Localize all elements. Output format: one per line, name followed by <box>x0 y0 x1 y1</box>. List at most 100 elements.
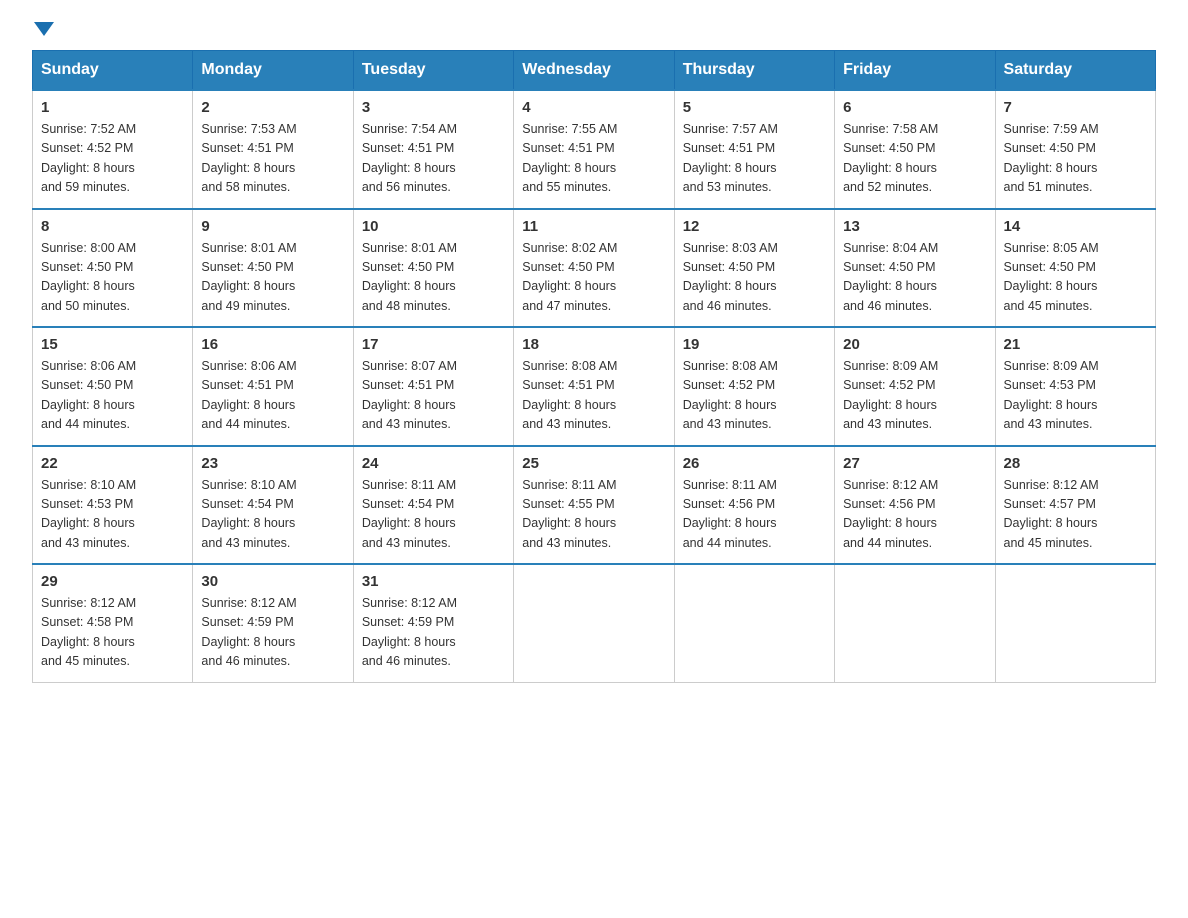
day-cell-18: 18 Sunrise: 8:08 AM Sunset: 4:51 PM Dayl… <box>514 327 674 446</box>
day-cell-2: 2 Sunrise: 7:53 AM Sunset: 4:51 PM Dayli… <box>193 90 353 209</box>
day-info: Sunrise: 8:11 AM Sunset: 4:55 PM Dayligh… <box>522 476 665 554</box>
day-info: Sunrise: 8:07 AM Sunset: 4:51 PM Dayligh… <box>362 357 505 435</box>
day-info: Sunrise: 8:12 AM Sunset: 4:57 PM Dayligh… <box>1004 476 1147 554</box>
day-cell-29: 29 Sunrise: 8:12 AM Sunset: 4:58 PM Dayl… <box>33 564 193 682</box>
day-info: Sunrise: 8:00 AM Sunset: 4:50 PM Dayligh… <box>41 239 184 317</box>
day-number: 22 <box>41 455 184 472</box>
day-number: 23 <box>201 455 344 472</box>
day-cell-30: 30 Sunrise: 8:12 AM Sunset: 4:59 PM Dayl… <box>193 564 353 682</box>
day-info: Sunrise: 8:02 AM Sunset: 4:50 PM Dayligh… <box>522 239 665 317</box>
day-cell-21: 21 Sunrise: 8:09 AM Sunset: 4:53 PM Dayl… <box>995 327 1155 446</box>
weekday-header-row: SundayMondayTuesdayWednesdayThursdayFrid… <box>33 51 1156 91</box>
day-number: 21 <box>1004 336 1147 353</box>
day-cell-24: 24 Sunrise: 8:11 AM Sunset: 4:54 PM Dayl… <box>353 446 513 565</box>
day-number: 12 <box>683 218 826 235</box>
day-number: 17 <box>362 336 505 353</box>
day-info: Sunrise: 8:06 AM Sunset: 4:51 PM Dayligh… <box>201 357 344 435</box>
day-cell-23: 23 Sunrise: 8:10 AM Sunset: 4:54 PM Dayl… <box>193 446 353 565</box>
day-number: 4 <box>522 99 665 116</box>
day-number: 20 <box>843 336 986 353</box>
logo-triangle-icon <box>34 22 54 36</box>
day-info: Sunrise: 7:59 AM Sunset: 4:50 PM Dayligh… <box>1004 120 1147 198</box>
day-cell-17: 17 Sunrise: 8:07 AM Sunset: 4:51 PM Dayl… <box>353 327 513 446</box>
day-cell-6: 6 Sunrise: 7:58 AM Sunset: 4:50 PM Dayli… <box>835 90 995 209</box>
day-cell-22: 22 Sunrise: 8:10 AM Sunset: 4:53 PM Dayl… <box>33 446 193 565</box>
day-info: Sunrise: 8:03 AM Sunset: 4:50 PM Dayligh… <box>683 239 826 317</box>
day-info: Sunrise: 7:54 AM Sunset: 4:51 PM Dayligh… <box>362 120 505 198</box>
day-info: Sunrise: 8:10 AM Sunset: 4:53 PM Dayligh… <box>41 476 184 554</box>
empty-cell <box>674 564 834 682</box>
day-cell-26: 26 Sunrise: 8:11 AM Sunset: 4:56 PM Dayl… <box>674 446 834 565</box>
day-cell-3: 3 Sunrise: 7:54 AM Sunset: 4:51 PM Dayli… <box>353 90 513 209</box>
day-info: Sunrise: 8:09 AM Sunset: 4:53 PM Dayligh… <box>1004 357 1147 435</box>
day-cell-4: 4 Sunrise: 7:55 AM Sunset: 4:51 PM Dayli… <box>514 90 674 209</box>
day-info: Sunrise: 8:05 AM Sunset: 4:50 PM Dayligh… <box>1004 239 1147 317</box>
day-number: 25 <box>522 455 665 472</box>
day-cell-14: 14 Sunrise: 8:05 AM Sunset: 4:50 PM Dayl… <box>995 209 1155 328</box>
day-number: 24 <box>362 455 505 472</box>
day-info: Sunrise: 8:10 AM Sunset: 4:54 PM Dayligh… <box>201 476 344 554</box>
day-cell-20: 20 Sunrise: 8:09 AM Sunset: 4:52 PM Dayl… <box>835 327 995 446</box>
day-cell-7: 7 Sunrise: 7:59 AM Sunset: 4:50 PM Dayli… <box>995 90 1155 209</box>
day-number: 10 <box>362 218 505 235</box>
day-number: 28 <box>1004 455 1147 472</box>
day-cell-16: 16 Sunrise: 8:06 AM Sunset: 4:51 PM Dayl… <box>193 327 353 446</box>
day-number: 5 <box>683 99 826 116</box>
day-number: 9 <box>201 218 344 235</box>
weekday-header-wednesday: Wednesday <box>514 51 674 91</box>
day-number: 7 <box>1004 99 1147 116</box>
empty-cell <box>514 564 674 682</box>
day-info: Sunrise: 8:08 AM Sunset: 4:52 PM Dayligh… <box>683 357 826 435</box>
weekday-header-saturday: Saturday <box>995 51 1155 91</box>
day-cell-31: 31 Sunrise: 8:12 AM Sunset: 4:59 PM Dayl… <box>353 564 513 682</box>
page-header <box>32 24 1156 38</box>
day-info: Sunrise: 7:52 AM Sunset: 4:52 PM Dayligh… <box>41 120 184 198</box>
day-info: Sunrise: 8:11 AM Sunset: 4:54 PM Dayligh… <box>362 476 505 554</box>
week-row-5: 29 Sunrise: 8:12 AM Sunset: 4:58 PM Dayl… <box>33 564 1156 682</box>
week-row-1: 1 Sunrise: 7:52 AM Sunset: 4:52 PM Dayli… <box>33 90 1156 209</box>
day-number: 30 <box>201 573 344 590</box>
weekday-header-sunday: Sunday <box>33 51 193 91</box>
day-number: 15 <box>41 336 184 353</box>
week-row-4: 22 Sunrise: 8:10 AM Sunset: 4:53 PM Dayl… <box>33 446 1156 565</box>
weekday-header-tuesday: Tuesday <box>353 51 513 91</box>
day-number: 26 <box>683 455 826 472</box>
day-cell-12: 12 Sunrise: 8:03 AM Sunset: 4:50 PM Dayl… <box>674 209 834 328</box>
day-info: Sunrise: 8:01 AM Sunset: 4:50 PM Dayligh… <box>362 239 505 317</box>
day-number: 3 <box>362 99 505 116</box>
day-cell-8: 8 Sunrise: 8:00 AM Sunset: 4:50 PM Dayli… <box>33 209 193 328</box>
week-row-2: 8 Sunrise: 8:00 AM Sunset: 4:50 PM Dayli… <box>33 209 1156 328</box>
day-number: 8 <box>41 218 184 235</box>
day-cell-13: 13 Sunrise: 8:04 AM Sunset: 4:50 PM Dayl… <box>835 209 995 328</box>
day-cell-5: 5 Sunrise: 7:57 AM Sunset: 4:51 PM Dayli… <box>674 90 834 209</box>
day-info: Sunrise: 7:53 AM Sunset: 4:51 PM Dayligh… <box>201 120 344 198</box>
weekday-header-monday: Monday <box>193 51 353 91</box>
logo <box>32 24 54 38</box>
day-cell-19: 19 Sunrise: 8:08 AM Sunset: 4:52 PM Dayl… <box>674 327 834 446</box>
day-number: 18 <box>522 336 665 353</box>
day-number: 11 <box>522 218 665 235</box>
day-info: Sunrise: 8:12 AM Sunset: 4:59 PM Dayligh… <box>201 594 344 672</box>
day-cell-15: 15 Sunrise: 8:06 AM Sunset: 4:50 PM Dayl… <box>33 327 193 446</box>
weekday-header-thursday: Thursday <box>674 51 834 91</box>
empty-cell <box>835 564 995 682</box>
day-cell-10: 10 Sunrise: 8:01 AM Sunset: 4:50 PM Dayl… <box>353 209 513 328</box>
day-number: 14 <box>1004 218 1147 235</box>
day-info: Sunrise: 8:12 AM Sunset: 4:58 PM Dayligh… <box>41 594 184 672</box>
day-number: 1 <box>41 99 184 116</box>
day-cell-9: 9 Sunrise: 8:01 AM Sunset: 4:50 PM Dayli… <box>193 209 353 328</box>
day-info: Sunrise: 8:06 AM Sunset: 4:50 PM Dayligh… <box>41 357 184 435</box>
day-number: 13 <box>843 218 986 235</box>
day-info: Sunrise: 8:01 AM Sunset: 4:50 PM Dayligh… <box>201 239 344 317</box>
day-info: Sunrise: 7:55 AM Sunset: 4:51 PM Dayligh… <box>522 120 665 198</box>
day-info: Sunrise: 7:58 AM Sunset: 4:50 PM Dayligh… <box>843 120 986 198</box>
day-cell-27: 27 Sunrise: 8:12 AM Sunset: 4:56 PM Dayl… <box>835 446 995 565</box>
day-number: 19 <box>683 336 826 353</box>
day-number: 31 <box>362 573 505 590</box>
day-number: 27 <box>843 455 986 472</box>
day-cell-1: 1 Sunrise: 7:52 AM Sunset: 4:52 PM Dayli… <box>33 90 193 209</box>
day-number: 16 <box>201 336 344 353</box>
day-info: Sunrise: 8:08 AM Sunset: 4:51 PM Dayligh… <box>522 357 665 435</box>
day-info: Sunrise: 8:12 AM Sunset: 4:59 PM Dayligh… <box>362 594 505 672</box>
day-info: Sunrise: 8:12 AM Sunset: 4:56 PM Dayligh… <box>843 476 986 554</box>
